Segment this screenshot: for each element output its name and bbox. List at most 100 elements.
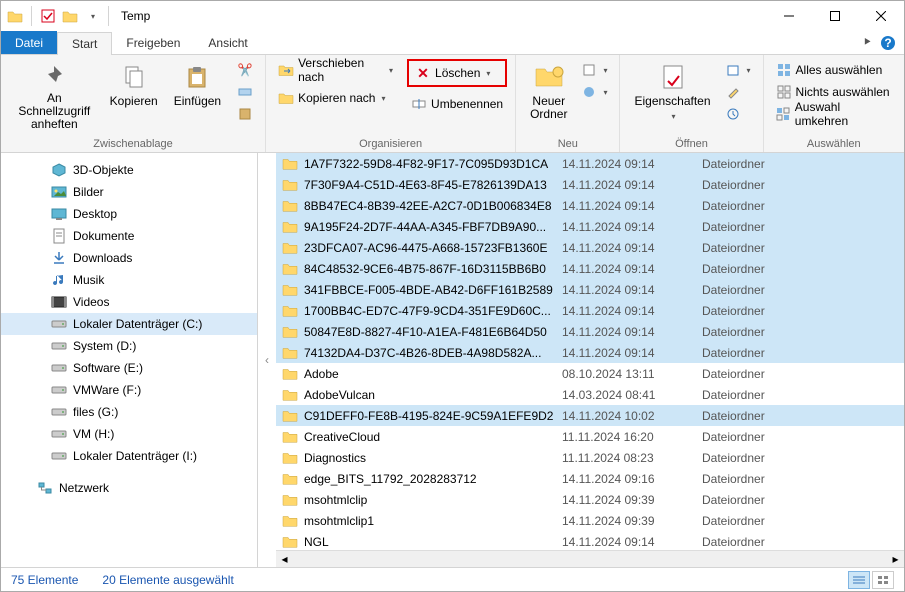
nav-item[interactable]: Bilder bbox=[1, 181, 257, 203]
file-row[interactable]: edge_BITS_11792_202828371214.11.2024 09:… bbox=[276, 468, 904, 489]
qat-dropdown-icon[interactable]: ▾ bbox=[84, 8, 100, 24]
file-row[interactable]: 1700BB4C-ED7C-47F9-9CD4-351FE9D60C...14.… bbox=[276, 300, 904, 321]
file-type: Dateiordner bbox=[702, 388, 765, 402]
new-item-button[interactable]: ▾ bbox=[577, 59, 611, 81]
folder-icon[interactable] bbox=[62, 8, 78, 24]
history-button[interactable] bbox=[721, 103, 755, 125]
maximize-button[interactable] bbox=[812, 1, 858, 31]
rename-button[interactable]: Umbenennen bbox=[407, 93, 507, 115]
nav-item[interactable]: Netzwerk bbox=[1, 477, 257, 499]
tab-file[interactable]: Datei bbox=[1, 31, 57, 54]
file-name: msohtmlclip1 bbox=[304, 514, 562, 528]
nav-item[interactable]: Videos bbox=[1, 291, 257, 313]
file-row[interactable]: 74132DA4-D37C-4B26-8DEB-4A98D582A...14.1… bbox=[276, 342, 904, 363]
file-date: 14.11.2024 09:39 bbox=[562, 514, 702, 528]
rename-label: Umbenennen bbox=[431, 97, 503, 111]
properties-button[interactable]: Eigenschaften ▾ bbox=[628, 59, 716, 133]
file-row[interactable]: AdobeVulcan14.03.2024 08:41Dateiordner bbox=[276, 384, 904, 405]
paste-shortcut-button[interactable] bbox=[233, 103, 257, 125]
file-type: Dateiordner bbox=[702, 304, 765, 318]
scroll-left-icon[interactable]: ◂ bbox=[276, 551, 293, 568]
view-large-button[interactable] bbox=[872, 571, 894, 589]
nav-item[interactable]: VMWare (F:) bbox=[1, 379, 257, 401]
move-to-button[interactable]: Verschieben nach ▾ bbox=[274, 59, 397, 81]
folder-icon bbox=[282, 493, 298, 507]
nav-item[interactable]: Dokumente bbox=[1, 225, 257, 247]
invert-selection-button[interactable]: Auswahl umkehren bbox=[772, 103, 896, 125]
easy-access-button[interactable]: ▾ bbox=[577, 81, 611, 103]
nav-item[interactable]: Lokaler Datenträger (C:) bbox=[1, 313, 257, 335]
pin-quickaccess-button[interactable]: An Schnellzugriff anheften bbox=[9, 59, 100, 133]
file-row[interactable]: CreativeCloud11.11.2024 16:20Dateiordner bbox=[276, 426, 904, 447]
nav-item-label: Bilder bbox=[73, 185, 104, 199]
copy-to-button[interactable]: Kopieren nach ▾ bbox=[274, 87, 397, 109]
new-folder-button[interactable]: Neuer Ordner bbox=[524, 59, 573, 133]
delete-button[interactable]: ✕ Löschen ▾ bbox=[411, 62, 503, 84]
chevron-down-icon: ▾ bbox=[486, 69, 490, 78]
edit-button[interactable] bbox=[721, 81, 755, 103]
tab-share[interactable]: Freigeben bbox=[112, 31, 194, 54]
open-button[interactable]: ▾ bbox=[721, 59, 755, 81]
path-icon bbox=[237, 84, 253, 100]
minimize-ribbon-icon[interactable]: ⯈ bbox=[862, 35, 872, 50]
folder-icon bbox=[282, 241, 298, 255]
select-all-button[interactable]: Alles auswählen bbox=[772, 59, 896, 81]
file-row[interactable]: Adobe08.10.2024 13:11Dateiordner bbox=[276, 363, 904, 384]
help-icon[interactable]: ? bbox=[880, 35, 896, 51]
nav-item[interactable]: Musik bbox=[1, 269, 257, 291]
nav-item[interactable]: Desktop bbox=[1, 203, 257, 225]
file-row[interactable]: 9A195F24-2D7F-44AA-A345-FBF7DB9A90...14.… bbox=[276, 216, 904, 237]
file-row[interactable]: C91DEFF0-FE8B-4195-824E-9C59A1EFE9D214.1… bbox=[276, 405, 904, 426]
file-type: Dateiordner bbox=[702, 220, 765, 234]
nav-item[interactable]: 3D-Objekte bbox=[1, 159, 257, 181]
file-name: 23DFCA07-AC96-4475-A668-15723FB1360E bbox=[304, 241, 562, 255]
delete-label: Löschen bbox=[435, 66, 480, 80]
nav-item[interactable]: VM (H:) bbox=[1, 423, 257, 445]
file-row[interactable]: msohtmlclip14.11.2024 09:39Dateiordner bbox=[276, 489, 904, 510]
copy-button[interactable]: Kopieren bbox=[104, 59, 164, 133]
file-row[interactable]: 8BB47EC4-8B39-42EE-A2C7-0D1B006834E814.1… bbox=[276, 195, 904, 216]
cut-button[interactable]: ✂️ bbox=[233, 59, 257, 81]
file-name: C91DEFF0-FE8B-4195-824E-9C59A1EFE9D2 bbox=[304, 409, 562, 423]
file-list[interactable]: 1A7F7322-59D8-4F82-9F17-7C095D93D1CA14.1… bbox=[276, 153, 904, 567]
file-row[interactable]: 23DFCA07-AC96-4475-A668-15723FB1360E14.1… bbox=[276, 237, 904, 258]
file-date: 11.11.2024 16:20 bbox=[562, 430, 702, 444]
file-row[interactable]: 84C48532-9CE6-4B75-867F-16D3115BB6B014.1… bbox=[276, 258, 904, 279]
paste-button[interactable]: Einfügen bbox=[168, 59, 227, 133]
copy-path-button[interactable] bbox=[233, 81, 257, 103]
nav-item[interactable]: Downloads bbox=[1, 247, 257, 269]
file-row[interactable]: Diagnostics11.11.2024 08:23Dateiordner bbox=[276, 447, 904, 468]
nav-pane[interactable]: 3D-Objekte Bilder DesktopDokumenteDownload… bbox=[1, 153, 258, 567]
nav-item-label: System (D:) bbox=[73, 339, 136, 353]
nav-item[interactable]: Lokaler Datenträger (I:) bbox=[1, 445, 257, 467]
shortcut-icon bbox=[237, 106, 253, 122]
drive-icon bbox=[51, 339, 67, 353]
nav-item-label: Software (E:) bbox=[73, 361, 143, 375]
easy-access-icon bbox=[581, 84, 597, 100]
file-row[interactable]: 7F30F9A4-C51D-4E63-8F45-E7826139DA1314.1… bbox=[276, 174, 904, 195]
close-button[interactable] bbox=[858, 1, 904, 31]
horizontal-scrollbar[interactable]: ◂ ▸ bbox=[276, 550, 904, 567]
file-row[interactable]: 50847E8D-8827-4F10-A1EA-F481E6B64D5014.1… bbox=[276, 321, 904, 342]
view-details-button[interactable] bbox=[848, 571, 870, 589]
nav-item[interactable]: files (G:) bbox=[1, 401, 257, 423]
nav-item[interactable]: System (D:) bbox=[1, 335, 257, 357]
nav-item[interactable]: Software (E:) bbox=[1, 357, 257, 379]
properties-label: Eigenschaften bbox=[634, 95, 710, 108]
drive-icon bbox=[51, 317, 67, 331]
file-row[interactable]: msohtmlclip114.11.2024 09:39Dateiordner bbox=[276, 510, 904, 531]
file-row[interactable]: 341FBBCE-F005-4BDE-AB42-D6FF161B258914.1… bbox=[276, 279, 904, 300]
file-date: 08.10.2024 13:11 bbox=[562, 367, 702, 381]
file-row[interactable]: 1A7F7322-59D8-4F82-9F17-7C095D93D1CA14.1… bbox=[276, 153, 904, 174]
qat-checkbox-icon[interactable] bbox=[40, 8, 56, 24]
file-row[interactable]: NGL14.11.2024 09:14Dateiordner bbox=[276, 531, 904, 550]
tab-start[interactable]: Start bbox=[57, 32, 112, 55]
folder-icon bbox=[282, 325, 298, 339]
scroll-right-icon[interactable]: ▸ bbox=[887, 551, 904, 568]
nav-collapse-handle[interactable]: ‹ bbox=[258, 153, 276, 567]
minimize-button[interactable] bbox=[766, 1, 812, 31]
tab-view[interactable]: Ansicht bbox=[194, 31, 261, 54]
file-type: Dateiordner bbox=[702, 451, 765, 465]
file-date: 14.11.2024 09:14 bbox=[562, 346, 702, 360]
file-date: 14.11.2024 09:14 bbox=[562, 157, 702, 171]
